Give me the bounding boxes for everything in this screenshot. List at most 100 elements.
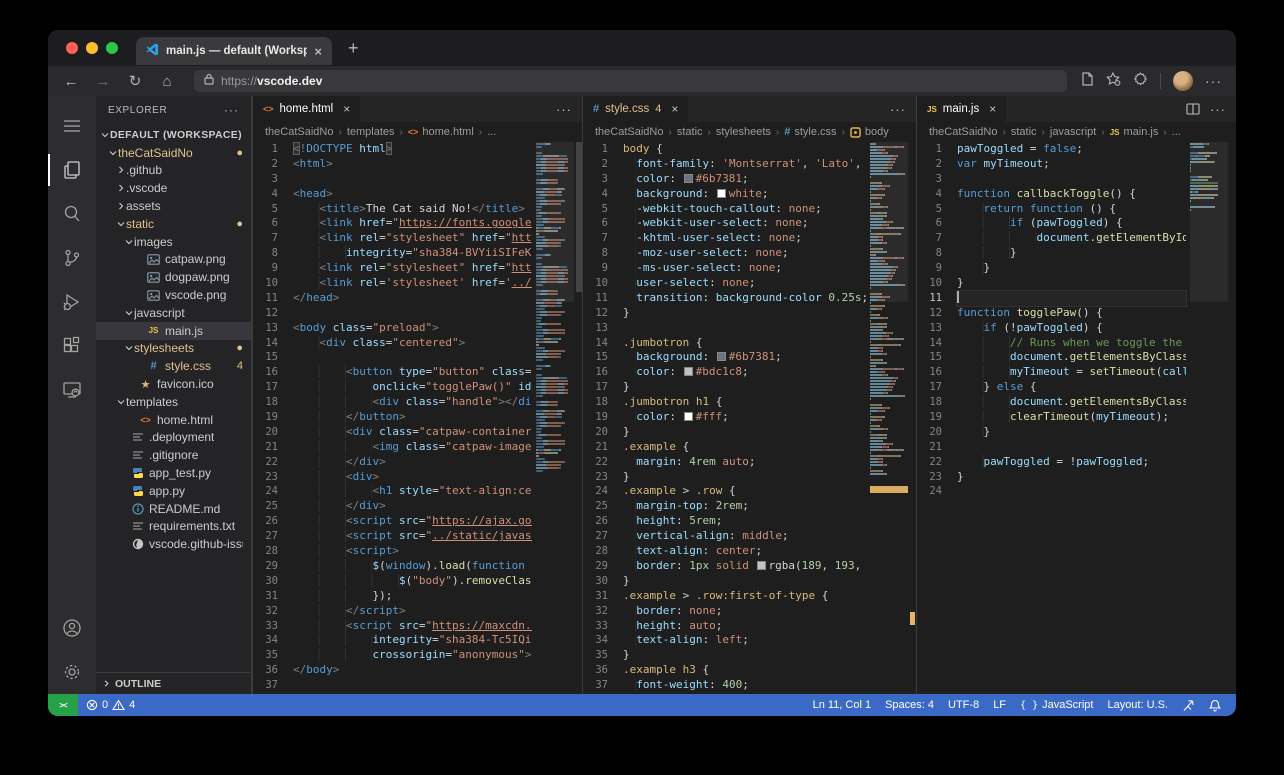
code-line[interactable]: 1 body { (583, 142, 916, 157)
tab-main.js[interactable]: JS main.js × (917, 96, 1007, 122)
code-line[interactable]: 6 <link href="https://fonts.googleap (253, 216, 582, 231)
status-item-ln-11-col-1[interactable]: Ln 11, Col 1 (806, 699, 879, 711)
status-item-javascript[interactable]: { } JavaScript (1013, 699, 1100, 711)
code-line[interactable]: 8 -moz-user-select: none; (583, 246, 916, 261)
code-line[interactable]: 27 <script src="../static/javasc (253, 529, 582, 544)
line-number[interactable]: 9 (583, 261, 623, 276)
breadcrumb-item[interactable]: static (1011, 126, 1037, 138)
line-number[interactable]: 19 (253, 410, 293, 425)
line-number[interactable]: 13 (583, 321, 623, 336)
line-number[interactable]: 19 (583, 410, 623, 425)
line-number[interactable]: 3 (253, 172, 293, 187)
status-item-utf-8[interactable]: UTF-8 (941, 699, 986, 711)
line-number[interactable]: 11 (583, 291, 623, 306)
explorer-item-style.css[interactable]: # style.css 4 (96, 357, 251, 375)
line-number[interactable]: 3 (583, 172, 623, 187)
code-editor-main.js[interactable]: 1 pawToggled = false; 2 var myTimeout; 3 4 fun… (917, 142, 1236, 694)
code-line[interactable]: 19 clearTimeout(myTimeout); (917, 410, 1236, 425)
code-line[interactable]: 2 var myTimeout; (917, 157, 1236, 172)
code-line[interactable]: 11 transition: background-color 0.25s; (583, 290, 916, 306)
line-number[interactable]: 11 (917, 291, 957, 306)
code-line[interactable]: 16 myTimeout = setTimeout(callb (917, 365, 1236, 380)
code-line[interactable]: 9 <link rel="stylesheet" href="https (253, 261, 582, 276)
minimap-slider[interactable] (536, 142, 574, 302)
line-number[interactable]: 35 (583, 648, 623, 663)
line-number[interactable]: 22 (253, 455, 293, 470)
code-line[interactable]: 29 $(window).load(function () (253, 558, 582, 574)
activity-run-debug-icon[interactable] (48, 280, 96, 324)
code-line[interactable]: 21 (917, 440, 1236, 455)
scrollbar-thumb[interactable] (576, 142, 582, 292)
activity-source-control-icon[interactable] (48, 236, 96, 280)
code-line[interactable]: 24 (917, 484, 1236, 499)
line-number[interactable]: 20 (253, 425, 293, 440)
line-number[interactable]: 28 (583, 544, 623, 559)
code-line[interactable]: 12} (583, 306, 916, 321)
address-bar[interactable]: https:// vscode.dev (194, 70, 1067, 92)
code-line[interactable]: 7 -khtml-user-select: none; (583, 231, 916, 246)
code-line[interactable]: 10 <link rel='stylesheet' href='../st (253, 276, 582, 291)
line-number[interactable]: 23 (583, 470, 623, 485)
code-line[interactable]: 17} (583, 380, 916, 395)
line-number[interactable]: 34 (253, 633, 293, 648)
code-line[interactable]: 15 background: #6b7381; (583, 350, 916, 365)
status-item-lf[interactable]: LF (986, 699, 1013, 711)
code-line[interactable]: 34 text-align: left; (583, 633, 916, 648)
line-number[interactable]: 13 (253, 321, 293, 336)
close-window-button[interactable] (66, 42, 78, 54)
breadcrumb-item[interactable]: templates (347, 126, 395, 138)
code-line[interactable]: 14 <div class="centered"> (253, 335, 582, 351)
line-number[interactable]: 15 (253, 350, 293, 365)
explorer-item-catpaw.png[interactable]: catpaw.png (96, 251, 251, 269)
code-line[interactable]: 2 font-family: 'Montserrat', 'Lato', 'O (583, 156, 916, 172)
line-number[interactable]: 23 (917, 470, 957, 485)
tab-style.css[interactable]: # style.css 4 × (583, 96, 689, 122)
code-line[interactable]: 12 (253, 306, 582, 321)
line-number[interactable]: 5 (583, 202, 623, 217)
breadcrumb-item[interactable]: JS main.js (1110, 126, 1159, 138)
line-number[interactable]: 15 (917, 350, 957, 365)
code-line[interactable]: 13 (583, 321, 916, 336)
line-number[interactable]: 37 (583, 678, 623, 693)
editor-more-icon[interactable]: ··· (890, 102, 906, 117)
explorer-item-javascript[interactable]: javascript (96, 304, 251, 322)
line-number[interactable]: 37 (253, 678, 293, 693)
explorer-item-thecatsaidno[interactable]: theCatSaidNo ● (96, 144, 251, 162)
line-number[interactable]: 25 (583, 499, 623, 514)
forward-icon[interactable]: → (90, 73, 116, 90)
explorer-item-assets[interactable]: assets (96, 197, 251, 215)
new-tab-button[interactable]: + (348, 38, 359, 59)
code-line[interactable]: 1 <!DOCTYPE html> (253, 142, 582, 157)
code-line[interactable]: 5 return function () { (917, 201, 1236, 217)
explorer-item-favicon.ico[interactable]: ★ favicon.ico (96, 375, 251, 393)
status-item-layout-u-s-[interactable]: Layout: U.S. (1100, 699, 1175, 711)
breadcrumb-item[interactable]: theCatSaidNo (595, 126, 664, 138)
code-line[interactable]: 23} (583, 470, 916, 485)
line-number[interactable]: 13 (917, 321, 957, 336)
breadcrumb-item[interactable]: stylesheets (716, 126, 771, 138)
line-number[interactable]: 34 (583, 633, 623, 648)
code-line[interactable]: 18 .jumbotron h1 { (583, 395, 916, 410)
code-line[interactable]: 29 border: 1px solid rgba(189, 193, 20 (583, 558, 916, 574)
code-line[interactable]: 8 integrity="sha384-BVYiiSIFeK1c (253, 246, 582, 261)
code-line[interactable]: 11 </head> (253, 291, 582, 306)
explorer-item-.vscode[interactable]: .vscode (96, 179, 251, 197)
line-number[interactable]: 29 (583, 559, 623, 574)
code-line[interactable]: 32 border: none; (583, 603, 916, 619)
minimize-window-button[interactable] (86, 42, 98, 54)
line-number[interactable]: 7 (253, 231, 293, 246)
code-line[interactable]: 22 </div> (253, 454, 582, 470)
code-line[interactable]: 26 height: 5rem; (583, 514, 916, 529)
line-number[interactable]: 21 (253, 440, 293, 455)
code-line[interactable]: 10 user-select: none; (583, 276, 916, 291)
line-number[interactable]: 30 (583, 574, 623, 589)
code-line[interactable]: 26 <script src="https://ajax.goo (253, 514, 582, 529)
code-line[interactable]: 18 <div class="handle"></div> (253, 395, 582, 410)
code-line[interactable]: 20 <div class="catpaw-container"> (253, 424, 582, 440)
explorer-item-app.py[interactable]: app.py (96, 482, 251, 500)
line-number[interactable]: 12 (917, 306, 957, 321)
code-line[interactable]: 16 <button type="button" class="b (253, 365, 582, 380)
code-line[interactable]: 22 pawToggled = !pawToggled; (917, 454, 1236, 470)
page-icon[interactable] (1081, 71, 1094, 91)
code-line[interactable]: 9 -ms-user-select: none; (583, 261, 916, 276)
